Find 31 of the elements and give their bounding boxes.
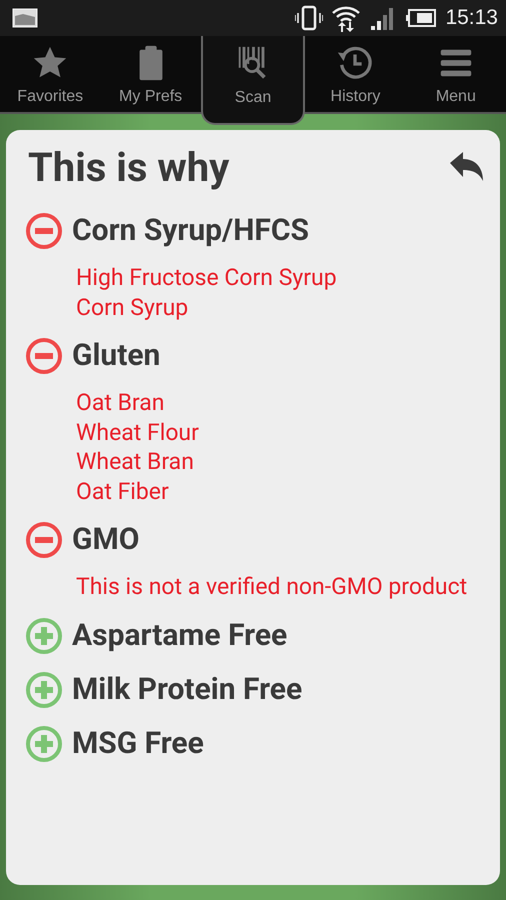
ingredient-name: Corn Syrup/HFCS bbox=[72, 212, 309, 250]
plus-circle-icon bbox=[24, 670, 64, 710]
nav-tab[interactable]: Favorites bbox=[0, 36, 100, 112]
minus-circle-icon bbox=[24, 211, 64, 251]
detail-text: Corn Syrup bbox=[76, 292, 190, 322]
detail-text: This is not a verified non-GMO product bbox=[76, 572, 468, 602]
ingredient-name: GMO bbox=[72, 521, 140, 559]
detail-text: Wheat Flour bbox=[76, 418, 200, 447]
minus-circle-icon bbox=[24, 336, 64, 376]
nav-tab[interactable]: Scan bbox=[200, 36, 306, 125]
wifi-icon bbox=[331, 4, 362, 32]
detail-text: Oat Fiber bbox=[76, 476, 170, 506]
plus-circle-icon bbox=[24, 616, 64, 656]
minus-circle-icon bbox=[24, 520, 64, 560]
card-title: This is why bbox=[28, 144, 230, 191]
ingredient-name: Gluten bbox=[72, 337, 160, 375]
history-icon bbox=[336, 44, 374, 82]
image-icon bbox=[12, 8, 38, 28]
detail-text: Oat Bran bbox=[76, 388, 166, 418]
nav-tab[interactable]: Menu bbox=[406, 36, 506, 112]
vibrate-icon bbox=[295, 5, 324, 31]
nav-tab[interactable]: History bbox=[305, 36, 406, 112]
ingredient-name: Milk Protein Free bbox=[72, 670, 302, 708]
nav-tab[interactable]: My Prefs bbox=[100, 36, 201, 112]
detail-text: Wheat Bran bbox=[76, 447, 195, 476]
ingredient-name: Aspartame Free bbox=[72, 616, 288, 654]
detail-text: High Fructose Corn Syrup bbox=[76, 263, 338, 292]
ingredient-name: MSG Free bbox=[72, 724, 204, 762]
battery-icon bbox=[405, 8, 438, 28]
clock-time: 15:13 bbox=[445, 6, 498, 30]
plus-circle-icon bbox=[24, 724, 64, 764]
